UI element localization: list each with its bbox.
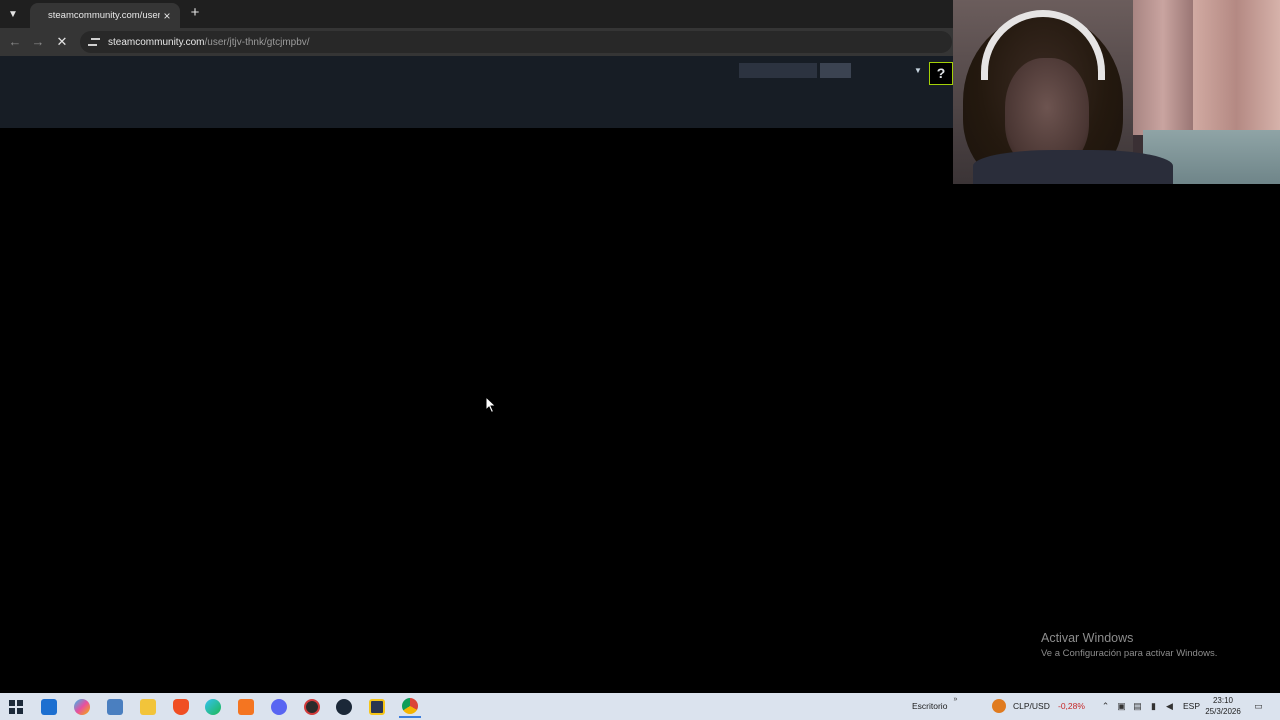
winamp-icon[interactable] [366,696,388,718]
activation-title: Activar Windows [1041,631,1134,645]
clock[interactable]: 23:10 25/3/2026 [1198,695,1248,717]
forward-arrow-icon[interactable]: → [29,33,47,51]
network-icon[interactable]: ▤ [1132,701,1143,712]
copilot-icon[interactable] [71,696,93,718]
taskbar [0,693,1280,720]
steam-icon[interactable] [333,696,355,718]
windows-activation-watermark: Activar Windows Ve a Configuración para … [1041,631,1217,659]
tray-app-icon[interactable]: ▣ [1116,701,1127,712]
brave-icon[interactable] [170,696,192,718]
currency-label[interactable]: CLP/USD [1013,701,1050,711]
notepad-icon[interactable] [104,696,126,718]
site-info-icon[interactable] [88,36,100,48]
new-tab-button[interactable]: + [186,4,204,22]
volume-icon[interactable]: ◀ [1164,701,1175,712]
clock-time: 23:10 [1212,696,1234,705]
crunchyroll-icon[interactable] [235,696,257,718]
edge-icon[interactable] [202,696,224,718]
activation-subtitle: Ve a Configuración para activar Windows. [1041,648,1218,659]
address-bar[interactable]: steamcommunity.com /user/jtjv-thnk/gtcjm… [80,31,952,53]
notifications-icon[interactable]: ▭ [1253,701,1264,712]
url-host: steamcommunity.com [108,36,205,48]
language-dropdown-icon[interactable]: ▼ [914,66,924,76]
file-explorer-icon[interactable] [137,696,159,718]
tab-title: steamcommunity.com/user/jtjv [48,10,160,21]
webcam-overlay [953,0,1280,184]
currency-change: -0,28% [1058,701,1085,711]
outlook-icon[interactable] [38,696,60,718]
back-arrow-icon[interactable]: ← [6,33,24,51]
clock-date: 25/3/2026 [1205,707,1241,716]
screen: ▼ steamcommunity.com/user/jtjv × + ← → ✕… [0,0,1280,720]
currency-widget-icon[interactable] [992,699,1006,713]
battery-icon[interactable]: ▮ [1148,701,1159,712]
chevron-up-icon[interactable]: ⌃ [1100,701,1111,712]
chrome-icon[interactable] [399,696,421,718]
help-button[interactable]: ? [929,62,953,85]
tab-search-chevron-icon[interactable]: ▼ [4,5,22,23]
desktop-label[interactable]: Escritorio [912,701,947,711]
install-steam-button[interactable] [739,63,817,78]
url-path: /user/jtjv-thnk/gtcjmpbv/ [204,36,310,48]
stop-loading-icon[interactable]: ✕ [53,33,71,51]
tab-close-icon[interactable]: × [160,9,174,23]
mouse-cursor-icon [485,396,497,414]
chevron-right-icon[interactable]: » [950,694,961,705]
browser-tab[interactable]: steamcommunity.com/user/jtjv × [30,3,180,28]
discord-icon[interactable] [268,696,290,718]
login-button[interactable] [820,63,851,78]
start-icon[interactable] [5,696,27,718]
app-icon[interactable] [301,696,323,718]
